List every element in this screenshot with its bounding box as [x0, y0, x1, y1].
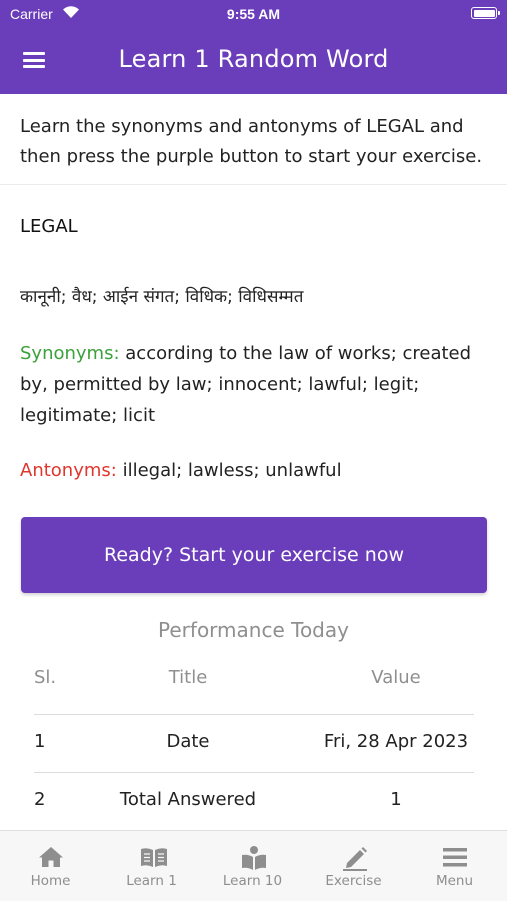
page-title: Learn 1 Random Word [118, 45, 389, 73]
synonyms-label: Synonyms: [20, 343, 120, 364]
row-title: Date [166, 731, 210, 752]
tab-home-label: Home [30, 873, 71, 889]
table-row: 1 Date Fri, 28 Apr 2023 [34, 714, 474, 773]
antonyms-list: illegal; lawless; unlawful [116, 460, 342, 481]
tab-learn-10-label: Learn 10 [222, 873, 283, 889]
row-title: Total Answered [119, 789, 257, 810]
table-header: Sl. Title Value [34, 667, 474, 697]
antonyms-text: Antonyms: illegal; lawless; unlawful [20, 456, 495, 486]
home-icon [39, 847, 63, 867]
word-title: LEGAL [20, 216, 78, 237]
instruction-text: Learn the synonyms and antonyms of LEGAL… [20, 116, 483, 167]
tab-bar: Home Learn 1 Learn 10 Exercise Menu [0, 830, 507, 901]
status-bar: Carrier 9:55 AM [0, 0, 507, 30]
divider [0, 184, 507, 185]
open-book-icon [141, 848, 167, 867]
tab-learn-1-label: Learn 1 [126, 873, 177, 889]
tab-menu-label: Menu [435, 873, 474, 889]
tab-learn-1[interactable]: Learn 1 [101, 831, 202, 901]
app-header: Carrier 9:55 AM Learn 1 Random Word [0, 0, 507, 94]
reader-icon [242, 846, 266, 870]
row-value: Fri, 28 Apr 2023 [323, 731, 469, 752]
column-header-value: Value [371, 667, 421, 688]
performance-title: Performance Today [158, 618, 349, 642]
antonyms-label: Antonyms: [20, 460, 117, 481]
battery-icon [471, 7, 500, 19]
synonyms-text: Synonyms: according to the law of works;… [20, 338, 495, 431]
menu-icon [443, 848, 467, 867]
tab-exercise-label: Exercise [325, 873, 382, 889]
column-header-title: Title [168, 667, 208, 688]
hindi-translation: कानूनी; वैध; आईन संगत; विधिक; विधिसम्मत [20, 287, 304, 307]
table-row: 2 Total Answered 1 [34, 772, 474, 831]
row-value: 1 [390, 789, 402, 810]
tab-exercise[interactable]: Exercise [303, 831, 404, 901]
start-exercise-button[interactable]: Ready? Start your exercise now [21, 517, 487, 593]
tab-home[interactable]: Home [0, 831, 101, 901]
row-sl: 1 [34, 731, 46, 752]
tab-learn-10[interactable]: Learn 10 [202, 831, 303, 901]
row-sl: 2 [34, 789, 46, 810]
column-header-sl: Sl. [34, 667, 57, 688]
tab-menu[interactable]: Menu [404, 831, 505, 901]
pencil-icon [343, 847, 367, 871]
clock: 9:55 AM [226, 6, 281, 22]
